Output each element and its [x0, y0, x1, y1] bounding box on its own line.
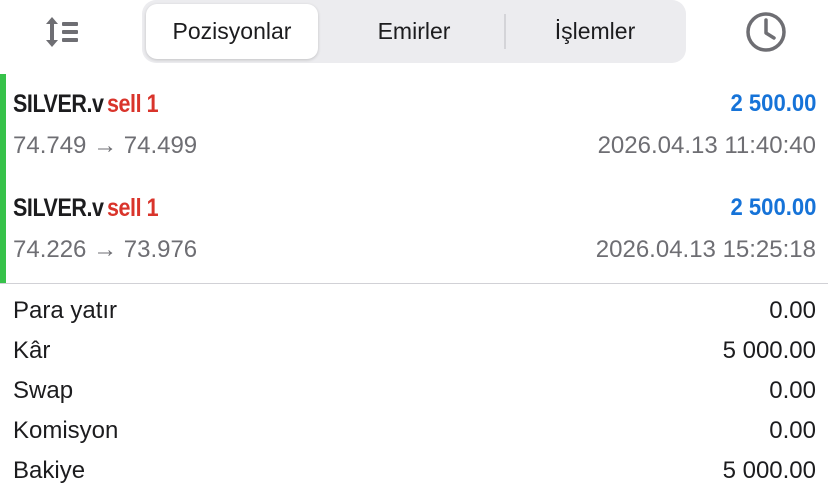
position-side: sell 1 — [106, 90, 159, 118]
divider — [0, 283, 828, 284]
summary-label: Kâr — [13, 337, 51, 364]
toolbar: Pozisyonlar Emirler İşlemler — [0, 0, 828, 64]
summary-row-commission: Komisyon 0.00 — [0, 413, 828, 453]
summary-value: 0.00 — [769, 377, 816, 404]
summary-value: 0.00 — [769, 417, 816, 444]
position-title: SILVER.v sell 1 — [13, 194, 159, 223]
position-symbol: SILVER.v — [13, 90, 104, 118]
summary-row-swap: Swap 0.00 — [0, 373, 828, 413]
summary-label: Para yatır — [13, 297, 118, 324]
position-title: SILVER.v sell 1 — [13, 90, 159, 119]
position-symbol: SILVER.v — [13, 194, 104, 222]
position-row[interactable]: SILVER.v sell 1 2 500.00 74.749 → 74.499 … — [0, 74, 828, 178]
position-time: 2026.04.13 11:40:40 — [597, 132, 816, 159]
segmented-control: Pozisyonlar Emirler İşlemler — [142, 0, 686, 63]
account-summary: Para yatır 0.00 Kâr 5 000.00 Swap 0.00 K… — [0, 293, 828, 493]
summary-row-profit: Kâr 5 000.00 — [0, 333, 828, 373]
position-profit: 2 500.00 — [730, 90, 816, 117]
summary-label: Swap — [13, 377, 74, 404]
summary-label: Komisyon — [13, 417, 119, 444]
history-button[interactable] — [740, 8, 792, 56]
position-time: 2026.04.13 15:25:18 — [595, 236, 816, 263]
clock-icon — [746, 12, 786, 52]
tab-divider — [504, 14, 506, 49]
summary-value: 5 000.00 — [722, 337, 816, 364]
summary-value: 0.00 — [769, 297, 816, 324]
summary-label: Bakiye — [13, 457, 86, 484]
positions-list: SILVER.v sell 1 2 500.00 74.749 → 74.499 … — [0, 74, 828, 284]
position-profit: 2 500.00 — [730, 194, 816, 221]
position-side: sell 1 — [106, 194, 159, 222]
position-row[interactable]: SILVER.v sell 1 2 500.00 74.226 → 73.976 … — [0, 178, 828, 282]
tab-islemler[interactable]: İşlemler — [508, 4, 682, 59]
summary-value: 5 000.00 — [722, 457, 816, 484]
sort-arrows-icon — [46, 17, 78, 47]
position-prices: 74.749 → 74.499 — [13, 132, 198, 159]
summary-row-balance: Bakiye 5 000.00 — [0, 453, 828, 493]
summary-row-deposit: Para yatır 0.00 — [0, 293, 828, 333]
sort-button[interactable] — [40, 10, 86, 54]
position-prices: 74.226 → 73.976 — [13, 236, 198, 263]
tab-emirler[interactable]: Emirler — [322, 4, 506, 59]
tab-pozisyonlar[interactable]: Pozisyonlar — [146, 4, 318, 59]
